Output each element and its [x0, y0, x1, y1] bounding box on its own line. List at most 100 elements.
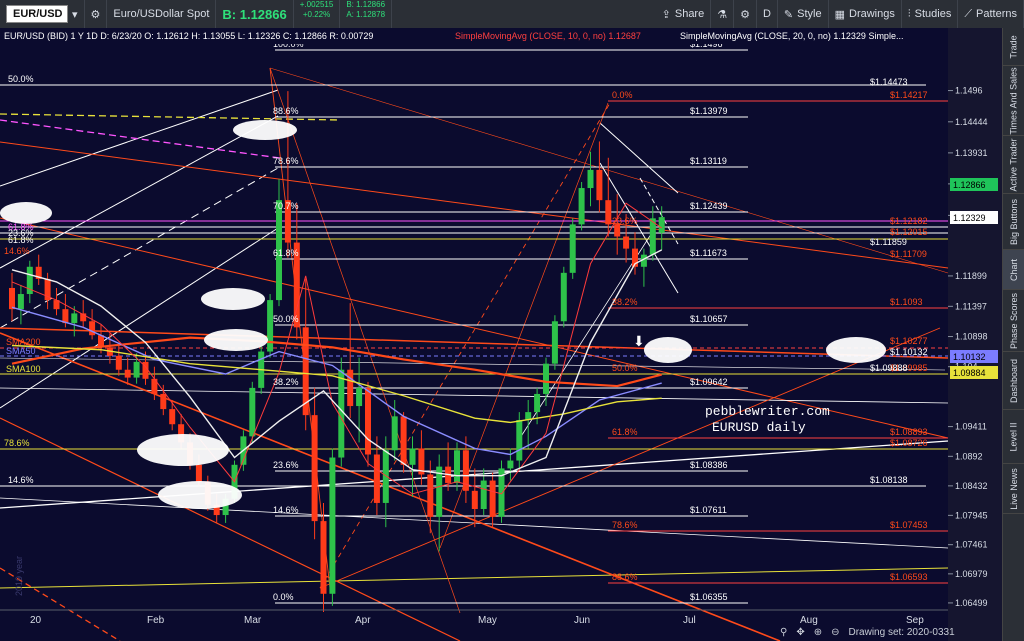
fib-left-level: 14.6%: [273, 505, 299, 515]
bottom-bar: ⚲ ✥ ⊕ ⊖ Drawing set: 2020-0331: [780, 624, 1002, 641]
fib-right-price: $1.08893: [890, 427, 928, 437]
fib-left-level: 78.6%: [273, 156, 299, 166]
style-button[interactable]: ✎ Style: [778, 0, 829, 28]
sidebar-tab-active-trader[interactable]: Active Trader: [1003, 136, 1024, 194]
symbol-field-wrap: EUR/USD ▾: [0, 0, 85, 28]
fib-right-level: 50.0%: [612, 363, 638, 373]
fib-left-price: $1.13979: [690, 106, 728, 116]
fib-left-price: $1.08386: [690, 460, 728, 470]
zoom-in-icon[interactable]: ⊕: [814, 627, 822, 638]
sidebar-tab-times-and-sales[interactable]: Times And Sales: [1003, 66, 1024, 136]
symbol-dropdown-icon[interactable]: ▾: [72, 8, 78, 21]
candle-body: [17, 294, 24, 310]
candle-body: [516, 419, 523, 461]
y-tick-label: 1.11397: [955, 301, 987, 311]
fib-right-price: $1.06593: [890, 572, 928, 582]
candle-body: [587, 169, 594, 189]
drawings-button[interactable]: ▦ Drawings: [829, 0, 902, 28]
sidebar-tab-big-buttons[interactable]: Big Buttons: [1003, 194, 1024, 250]
left-pct-label: 14.6%: [8, 475, 34, 485]
fib-left-level: 23.6%: [273, 460, 299, 470]
x-tick-label: 20: [30, 615, 42, 626]
drawing-set[interactable]: Drawing set: 2020-0331: [849, 627, 955, 638]
settings-button[interactable]: ⚙: [734, 0, 757, 28]
candle-body: [320, 521, 327, 594]
side-price-label: $1.10132: [890, 347, 928, 357]
candle-body: [569, 224, 576, 273]
candle-body: [356, 387, 363, 407]
share-button[interactable]: ⇪ Share: [656, 0, 712, 28]
fib-left-price: $1.06355: [690, 592, 728, 602]
sidebar-tab-live-news[interactable]: Live News: [1003, 464, 1024, 514]
sidebar-tab-dashboard[interactable]: Dashboard: [1003, 352, 1024, 410]
candle-body: [195, 464, 202, 482]
left-pct-label: 14.6%: [4, 246, 30, 256]
fib-right-level: 0.0%: [612, 90, 633, 100]
symbol-input[interactable]: EUR/USD: [6, 5, 68, 23]
candle-body: [133, 361, 140, 378]
fib-right-level: 88.6%: [612, 572, 638, 582]
period-button[interactable]: D: [757, 0, 778, 28]
price-badge-label: 1.10132: [953, 352, 986, 362]
gear-icon[interactable]: ⚙: [91, 8, 101, 21]
ask-small: A: 1.12878: [346, 10, 386, 19]
candle-body: [551, 321, 558, 364]
candle-body: [560, 272, 567, 322]
sidebar-tab-level-ii[interactable]: Level II: [1003, 410, 1024, 464]
y-tick-label: 1.13931: [955, 148, 988, 158]
top-toolbar: EUR/USD ▾ ⚙ Euro/USDollar Spot B: 1.12866…: [0, 0, 1024, 28]
share-label: Share: [674, 8, 705, 20]
highlight-oval: [0, 202, 52, 224]
sidebar-tab-label: Trade: [1009, 34, 1019, 59]
period-label: D: [762, 8, 771, 20]
pan-icon[interactable]: ✥: [796, 627, 804, 638]
ohlc-readout: EUR/USD (BID) 1 Y 1D D: 6/23/20 O: 1.126…: [4, 31, 373, 41]
sidebar-tab-label: Live News: [1009, 467, 1020, 510]
side-price-label: $1.12015: [890, 227, 928, 237]
candle-body: [489, 480, 496, 517]
price-badge-label: 1.12866: [953, 180, 986, 190]
candle-body: [373, 454, 380, 503]
studies-button[interactable]: ⫶ Studies: [902, 0, 959, 28]
sidebar-tab-trade[interactable]: Trade: [1003, 28, 1024, 66]
fib-left-level: 88.6%: [273, 106, 299, 116]
style-icon: ✎: [783, 8, 794, 21]
candle-body: [471, 490, 478, 509]
highlight-oval: [204, 329, 268, 351]
candle-body: [347, 369, 354, 407]
x-tick-label: Feb: [147, 615, 165, 626]
candle-body: [160, 393, 167, 410]
zoom-icon[interactable]: ⚲: [780, 627, 787, 638]
y-tick-label: 1.0892: [955, 451, 983, 461]
candle-body: [605, 200, 612, 225]
price-badge-label: 1.09884: [953, 368, 986, 378]
instrument-description: Euro/USDollar Spot: [107, 0, 217, 28]
fib-right-price: $1.1093: [890, 297, 923, 307]
quote-details: +.002515 +0.22%: [294, 0, 341, 28]
patterns-button[interactable]: ⟋ Patterns: [958, 0, 1024, 28]
fib-left-level: 70.7%: [273, 201, 299, 211]
studies-icon: ⫶: [907, 7, 911, 20]
candle-body: [578, 188, 585, 225]
candle-body: [658, 217, 665, 233]
candle-body: [596, 169, 603, 201]
candle-body: [124, 369, 131, 378]
fib-right-level: 23.6%: [612, 216, 638, 226]
left-pct-label: 50.0%: [8, 74, 34, 84]
side-price-label: $1.11709: [890, 249, 927, 259]
sidebar-tab-chart[interactable]: Chart: [1003, 250, 1024, 290]
sma10-readout: SimpleMovingAvg (CLOSE, 10, 0, no) 1.126…: [455, 31, 641, 41]
side-price-label: $1.09888: [870, 363, 908, 373]
sidebar-tab-phase-scores[interactable]: Phase Scores: [1003, 290, 1024, 352]
price-chart[interactable]: ⬇100.0%$1.149688.6%$1.1397978.6%$1.13119…: [0, 28, 1002, 641]
x-tick-label: Apr: [355, 615, 371, 626]
candle-body: [267, 300, 274, 352]
flask-button[interactable]: ⚗: [711, 0, 735, 28]
x-tick-label: May: [478, 615, 497, 626]
bid-small: B: 1.12866: [346, 0, 386, 9]
zoom-out-icon[interactable]: ⊖: [831, 627, 839, 638]
candle-body: [454, 450, 460, 483]
y-tick-label: 1.06499: [955, 598, 988, 608]
gear-icon-wrap[interactable]: ⚙: [85, 0, 108, 28]
year-label: 2019 year: [14, 556, 24, 596]
